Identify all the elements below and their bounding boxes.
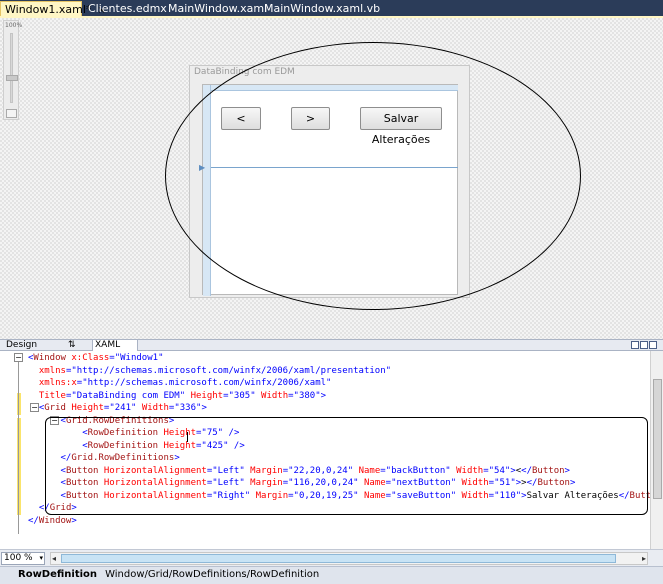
scroll-left-icon[interactable]: ◂: [52, 553, 56, 564]
zoom-level-label: 100%: [5, 22, 23, 29]
code-token: >: [320, 390, 327, 401]
code-token: >: [71, 515, 77, 526]
code-line[interactable]: xmlns="http://schemas.microsoft.com/winf…: [28, 365, 657, 378]
zoom-track[interactable]: [10, 33, 13, 103]
zoom-slider-panel: 100%: [3, 20, 23, 120]
code-line[interactable]: Title="DataBinding com EDM" Height="305"…: [28, 390, 657, 403]
tab-mainwindow-xaml-vb[interactable]: MainWindow.xaml.vb: [260, 1, 380, 17]
code-token: >: [201, 403, 207, 413]
vertical-split-icon[interactable]: [631, 341, 639, 349]
code-token: Width: [136, 403, 169, 413]
tab-label: MainWindow.xaml: [168, 2, 268, 15]
horizontal-split-icon[interactable]: [640, 341, 648, 349]
outline-line: [18, 362, 19, 534]
code-token: "336": [174, 403, 202, 413]
code-token: "http://schemas.microsoft.com/winfx/2006…: [82, 378, 332, 388]
code-token: "Window1": [114, 353, 164, 363]
fit-to-window-icon[interactable]: [6, 109, 17, 118]
tab-window1-xaml[interactable]: Window1.xaml* ×: [0, 1, 106, 17]
design-surface[interactable]: 100% DataBinding com EDM ▶ < > Salvar Al…: [0, 18, 663, 339]
highlight-box: [45, 417, 648, 515]
code-token: "http://schemas.microsoft.com/winfx/2006…: [71, 365, 392, 376]
swap-panes-icon[interactable]: ⇅: [66, 340, 76, 351]
scroll-thumb[interactable]: [61, 554, 616, 563]
collapse-icon[interactable]: −: [14, 353, 23, 362]
element-path[interactable]: Window/Grid/RowDefinitions/RowDefinition: [105, 569, 319, 580]
code-token: x:Class: [65, 353, 110, 363]
code-token: Width: [255, 390, 289, 401]
code-token: Window: [38, 515, 72, 526]
editor-margin: [0, 351, 26, 549]
code-token: Height: [65, 403, 104, 413]
tab-label: Window1.xaml*: [5, 3, 92, 16]
xaml-editor[interactable]: − − − <Window x:Class="Window1" xmlns="h…: [0, 351, 663, 549]
zoom-value: 100 %: [4, 553, 33, 563]
document-tab-bar: Window1.xaml* × Clientes.edmx MainWindow.…: [0, 0, 663, 17]
tab-clientes-edmx[interactable]: Clientes.edmx: [84, 1, 167, 17]
editor-vertical-scrollbar[interactable]: [650, 351, 663, 549]
scroll-thumb[interactable]: [653, 379, 662, 499]
zoom-combobox[interactable]: 100 % ▾: [1, 552, 45, 565]
chevron-down-icon[interactable]: ▾: [39, 553, 43, 564]
xaml-view-tab[interactable]: XAML: [92, 340, 138, 351]
design-view-label: Design: [6, 340, 38, 350]
editor-horizontal-scrollbar[interactable]: ◂ ▸: [50, 552, 648, 565]
code-token: xmlns:x: [38, 378, 77, 388]
code-token: Window: [33, 353, 66, 363]
code-token: "380": [293, 390, 321, 401]
code-token: "241": [109, 403, 137, 413]
scroll-right-icon[interactable]: ▸: [642, 553, 646, 564]
code-token: Height: [185, 390, 224, 401]
collapse-pane-icon[interactable]: [649, 341, 657, 349]
highlight-ellipse: [165, 42, 581, 310]
code-line[interactable]: <Window x:Class="Window1": [28, 352, 657, 365]
pane-layout-buttons: [630, 341, 657, 351]
editor-bottom-bar: 100 % ▾ ◂ ▸: [0, 549, 663, 566]
current-element[interactable]: RowDefinition: [18, 569, 97, 580]
code-token: xmlns: [38, 365, 66, 376]
code-token: Title: [38, 390, 66, 401]
tab-mainwindow-xaml[interactable]: MainWindow.xaml: [164, 1, 267, 17]
tab-label: MainWindow.xaml.vb: [264, 2, 381, 15]
text-caret: [187, 432, 188, 442]
code-token: Grid: [44, 403, 66, 413]
code-token: </: [28, 515, 39, 526]
xaml-view-label: XAML: [95, 340, 121, 350]
tab-label: Clientes.edmx: [88, 2, 167, 15]
zoom-thumb[interactable]: [6, 75, 18, 81]
code-token: "DataBinding com EDM": [71, 390, 186, 401]
code-line[interactable]: <Grid Height="241" Width="336">: [28, 402, 657, 415]
element-path-bar: RowDefinition Window/Grid/RowDefinitions/…: [0, 566, 663, 584]
design-view-tab[interactable]: Design: [4, 340, 37, 351]
code-line[interactable]: xmlns:x="http://schemas.microsoft.com/wi…: [28, 377, 657, 390]
code-token: "305": [228, 390, 256, 401]
view-toggle-bar: Design ⇅ XAML: [0, 339, 663, 351]
code-line[interactable]: </Window>: [28, 515, 657, 528]
